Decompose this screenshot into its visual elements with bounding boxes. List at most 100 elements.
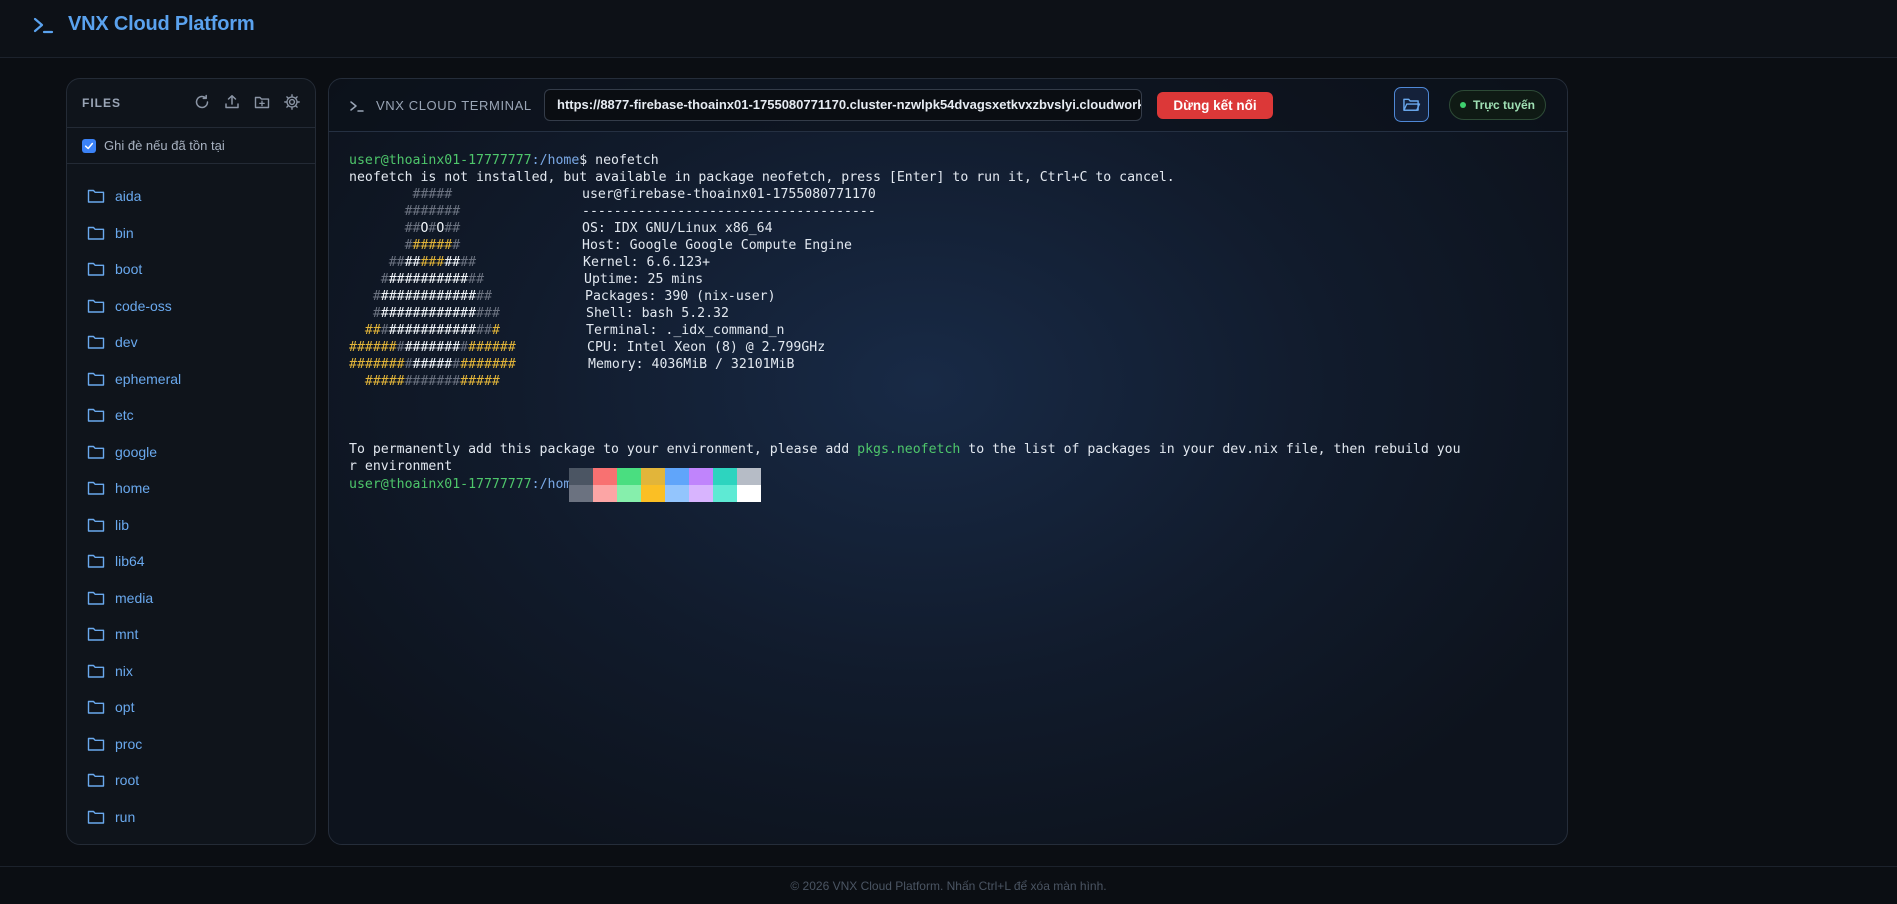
file-item[interactable]: etc <box>67 397 315 434</box>
neofetch-row: ########### Kernel: 6.6.123+ <box>349 254 1553 271</box>
neofetch-row: ############# Uptime: 25 mins <box>349 271 1553 288</box>
file-item[interactable]: mnt <box>67 616 315 653</box>
color-swatch <box>569 468 593 485</box>
not-installed-message: neofetch is not installed, but available… <box>349 170 1175 185</box>
color-swatch <box>593 468 617 485</box>
file-item[interactable]: opt <box>67 689 315 726</box>
ascii-logo-line: ################# <box>364 374 500 389</box>
folder-icon <box>87 701 105 714</box>
folder-icon <box>87 737 105 751</box>
terminal-prompt-icon <box>350 101 364 112</box>
file-item[interactable]: aida <box>67 178 315 215</box>
neofetch-block: ##### user@firebase-thoainx01-17550807711… <box>349 186 1553 389</box>
ascii-logo-line: ##################### <box>349 357 516 372</box>
file-item[interactable]: lib64 <box>67 543 315 580</box>
file-item[interactable]: lib <box>67 507 315 544</box>
folder-icon <box>87 336 105 349</box>
color-swatch <box>569 485 593 502</box>
folder-icon <box>87 482 105 495</box>
file-item[interactable]: media <box>67 580 315 617</box>
file-name: dev <box>115 334 138 351</box>
file-name: ephemeral <box>115 370 182 387</box>
top-bar: VNX Cloud Platform <box>0 0 1897 58</box>
file-name: code-oss <box>115 297 172 314</box>
file-name: opt <box>115 699 135 716</box>
folder-icon <box>87 409 105 422</box>
neofetch-row: ##O#O## OS: IDX GNU/Linux x86_64 <box>349 220 1553 237</box>
folder-icon <box>87 628 105 641</box>
file-item[interactable]: sbin <box>67 835 315 844</box>
disconnect-button[interactable]: Dừng kết nối <box>1157 92 1273 119</box>
file-name: bin <box>115 224 134 241</box>
color-swatch <box>641 485 665 502</box>
file-item[interactable]: run <box>67 799 315 836</box>
files-panel: FILES Ghi đè nếu đã tồn tại aida bin boot c… <box>66 78 316 845</box>
file-name: mnt <box>115 626 139 643</box>
file-item[interactable]: nix <box>67 653 315 690</box>
terminal-header: VNX CLOUD TERMINAL https://8877-firebase… <box>329 79 1567 132</box>
status-dot <box>1459 102 1466 108</box>
footer: © 2026 VNX Cloud Platform. Nhấn Ctrl+L đ… <box>0 866 1897 904</box>
file-name: media <box>115 589 154 606</box>
color-swatch <box>641 468 665 485</box>
file-item[interactable]: boot <box>67 251 315 288</box>
terminal-title: VNX CLOUD TERMINAL <box>376 98 532 113</box>
neofetch-row: ############### Packages: 390 (nix-user) <box>349 288 1553 305</box>
file-item[interactable]: dev <box>67 324 315 361</box>
file-item[interactable]: proc <box>67 726 315 763</box>
file-item[interactable]: home <box>67 470 315 507</box>
folder-icon <box>87 299 105 313</box>
app-title[interactable]: VNX Cloud Platform <box>68 13 255 36</box>
overwrite-label: Ghi đè nếu đã tồn tại <box>104 138 225 153</box>
folder-icon <box>87 591 105 605</box>
files-header: FILES <box>67 79 315 128</box>
file-item[interactable]: google <box>67 434 315 471</box>
files-actions <box>193 93 301 111</box>
overwrite-checkbox[interactable] <box>82 138 96 153</box>
file-item[interactable]: ephemeral <box>67 361 315 398</box>
folder-icon <box>87 226 105 240</box>
color-swatch <box>665 485 689 502</box>
ascii-logo-line: ####### <box>404 204 461 219</box>
file-item[interactable]: root <box>67 762 315 799</box>
file-item[interactable]: code-oss <box>67 288 315 325</box>
system-info-line: OS: IDX GNU/Linux x86_64 <box>582 221 773 236</box>
color-swatch <box>617 485 641 502</box>
folder-icon <box>87 664 105 678</box>
overwrite-option[interactable]: Ghi đè nếu đã tồn tại <box>67 128 315 164</box>
refresh-icon[interactable] <box>193 93 211 111</box>
toggle-files-button[interactable] <box>1394 87 1429 122</box>
system-info-line: Terminal: ._idx_command_n <box>586 323 785 338</box>
system-info-line: ------------------------------------- <box>582 204 876 219</box>
ascii-logo-line: ########### <box>388 255 477 270</box>
color-swatch <box>737 468 761 485</box>
gear-icon[interactable] <box>283 93 301 111</box>
terminal-prompt-icon <box>33 17 54 34</box>
ascii-logo-line: ############### <box>372 289 492 304</box>
add-package-message: To permanently add this package to your … <box>349 442 1461 457</box>
file-name: etc <box>115 407 134 424</box>
palette-row-bright <box>569 485 761 502</box>
upload-icon[interactable] <box>223 93 241 111</box>
ascii-logo-line: ################ <box>372 306 500 321</box>
neofetch-row: ####### ---------------------------------… <box>349 203 1553 220</box>
url-input[interactable]: https://8877-firebase-thoainx01-17550807… <box>544 89 1142 121</box>
system-info-line: Shell: bash 5.2.32 <box>586 306 729 321</box>
add-package-message-wrap: r environment <box>349 459 453 474</box>
system-info-line: user@firebase-thoainx01-1755080771170 <box>582 187 876 202</box>
file-name: home <box>115 480 151 497</box>
neofetch-row: ################# <box>349 373 1553 390</box>
new-folder-icon[interactable] <box>253 93 271 111</box>
palette-row-normal <box>569 468 761 485</box>
file-name: lib64 <box>115 553 145 570</box>
ascii-logo-line: ############# <box>380 272 485 287</box>
file-item[interactable]: bin <box>67 215 315 252</box>
terminal-output[interactable]: user@thoainx01-17777777:/home$ neofetch … <box>349 152 1553 502</box>
neofetch-row: ##################### CPU: Intel Xeon (8)… <box>349 339 1553 356</box>
ascii-logo-line: ##O#O## <box>404 221 461 236</box>
file-name: boot <box>115 261 143 278</box>
color-swatch <box>689 468 713 485</box>
folder-icon <box>87 810 105 824</box>
file-name: lib <box>115 516 130 533</box>
color-swatch <box>737 485 761 502</box>
